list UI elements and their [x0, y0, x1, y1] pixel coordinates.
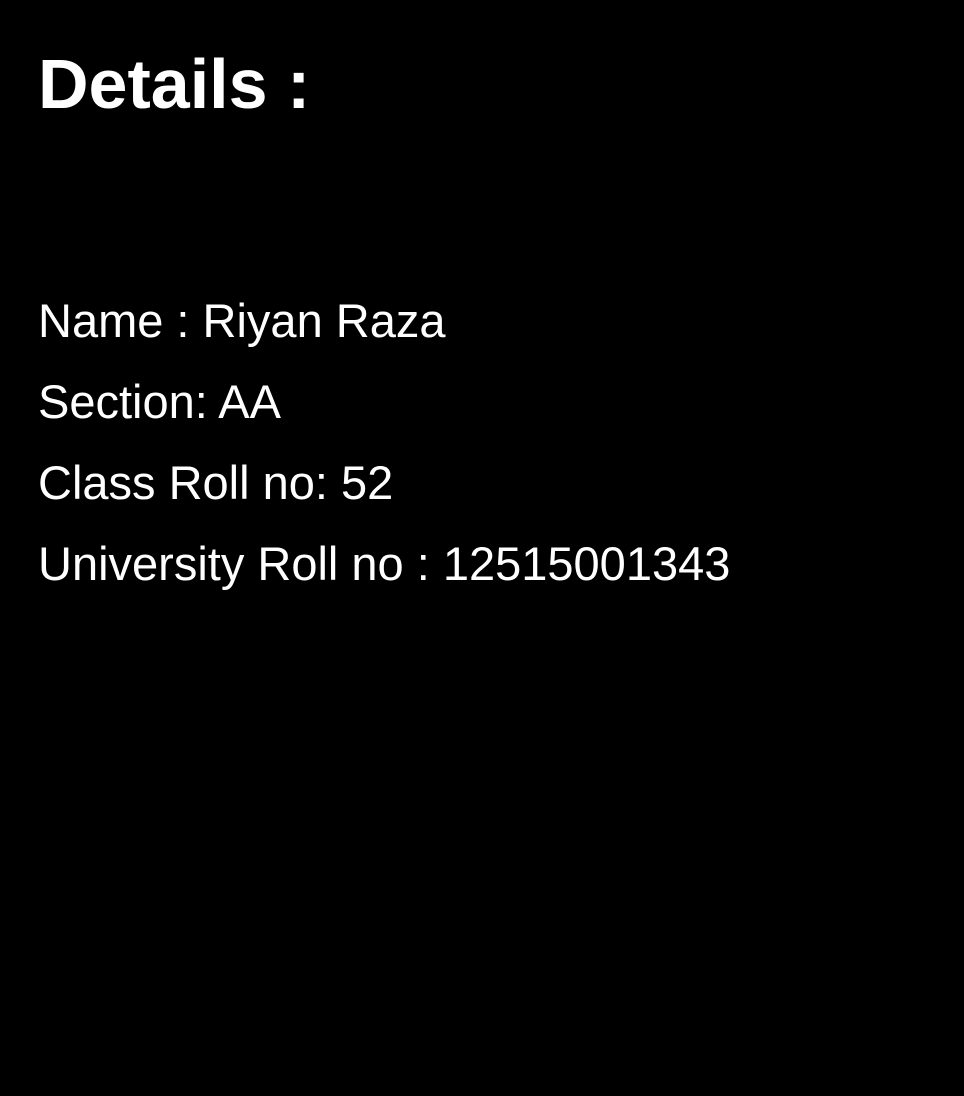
detail-name: Name : Riyan Raza	[38, 294, 446, 347]
detail-section: Section: AA	[38, 375, 281, 428]
details-page: Details : Name : Riyan Raza Section: AA …	[0, 0, 964, 1096]
page-title: Details :	[38, 45, 311, 123]
detail-class-roll-number: Class Roll no: 52	[38, 456, 394, 509]
details-list: Name : Riyan Raza Section: AA Class Roll…	[38, 280, 730, 604]
detail-university-roll-number: University Roll no : 12515001343	[38, 537, 731, 590]
